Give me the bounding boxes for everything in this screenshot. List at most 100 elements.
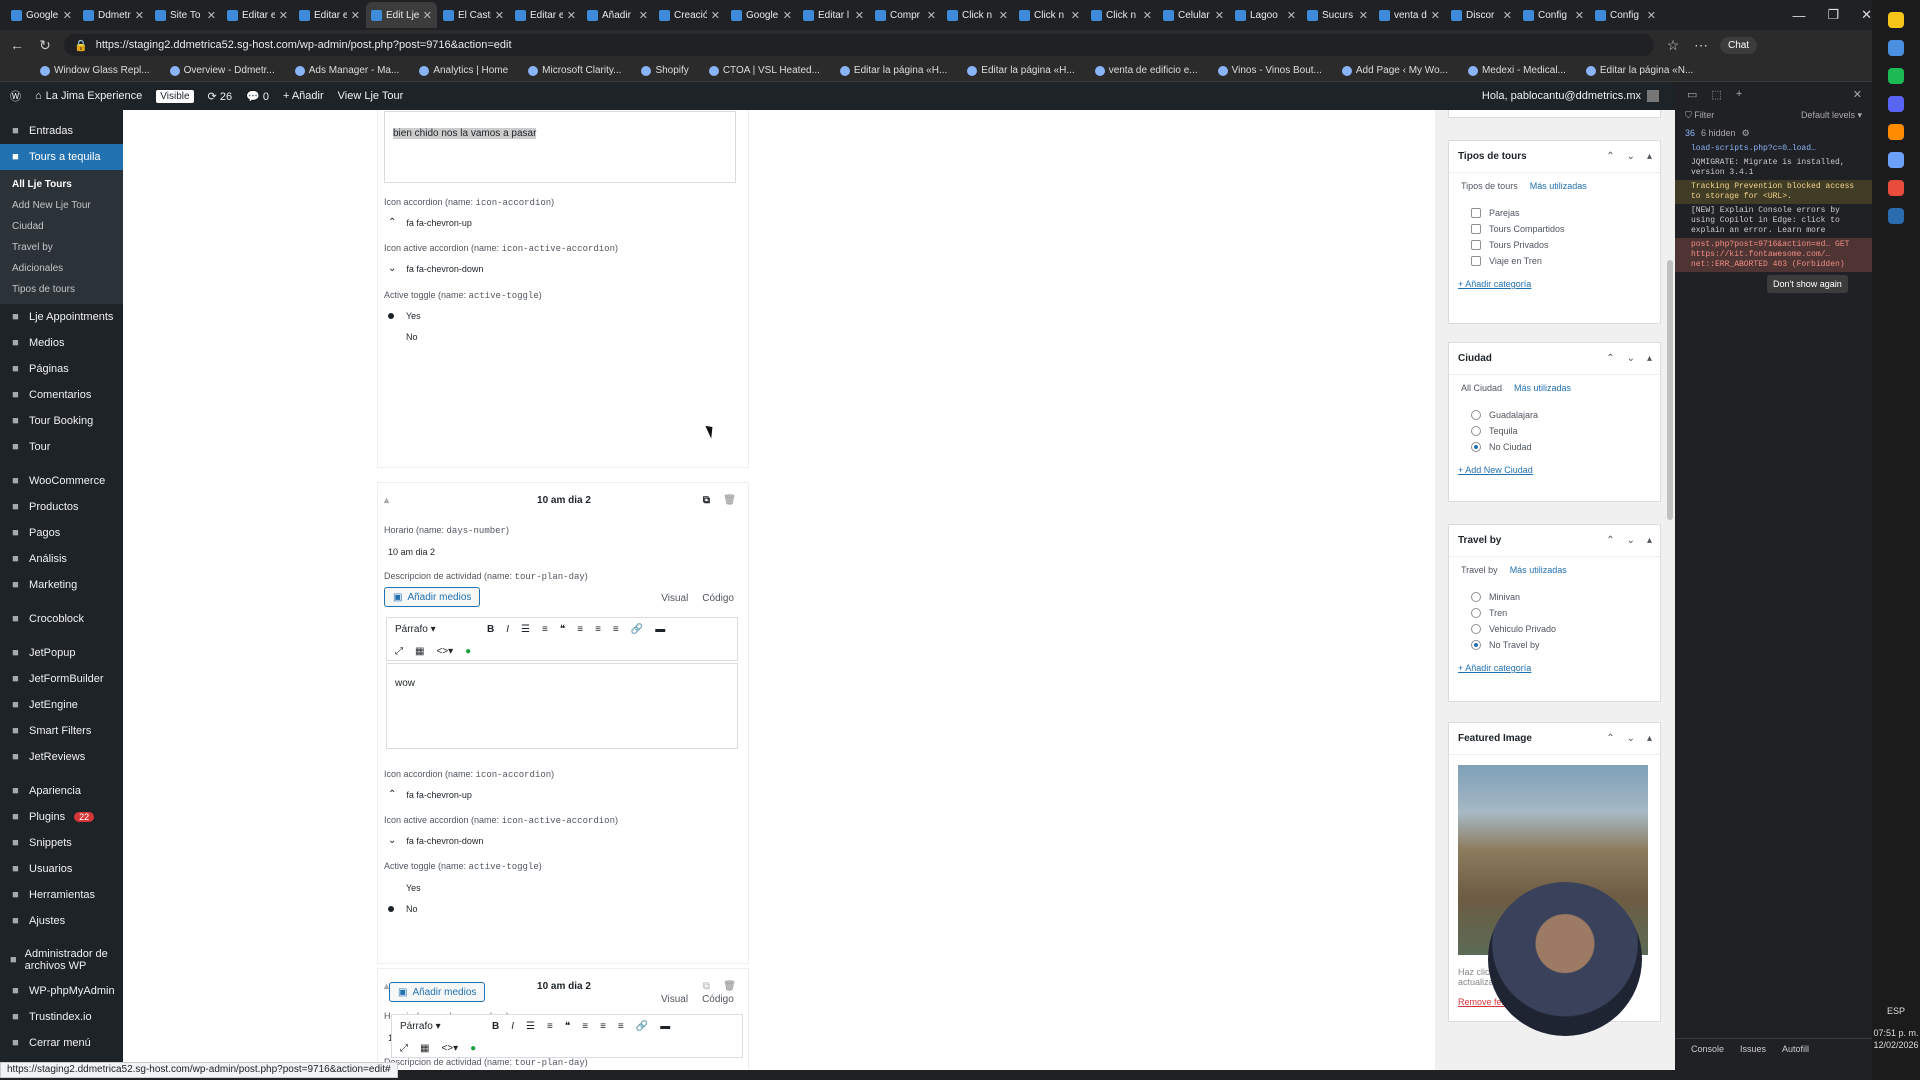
bookmark-item[interactable]: CTOA | VSL Heated... <box>708 65 820 76</box>
browser-tab[interactable]: Sucurs ✕ <box>1302 2 1373 28</box>
italic-icon[interactable]: I <box>506 624 509 635</box>
sidebar-item[interactable]: ■ Trustindex.io <box>0 1004 123 1030</box>
link-icon[interactable]: 🔗 <box>636 1021 648 1032</box>
bold-icon[interactable]: B <box>487 624 494 635</box>
bookmark-item[interactable]: Add Page ‹ My Wo... <box>1341 65 1448 76</box>
repeater-item-header[interactable]: ▴ 10 am dia 2 ⧉ 🗑 <box>378 485 750 515</box>
settings-menu-icon[interactable]: ⋯ <box>1692 37 1710 54</box>
sidebar-item[interactable]: ■ Tour <box>0 434 123 460</box>
align-left-icon[interactable]: ≡ <box>577 624 583 635</box>
sidebar-item[interactable]: ■ WP-phpMyAdmin <box>0 978 123 1004</box>
browser-tab[interactable]: Site To ✕ <box>150 2 221 28</box>
browser-tab[interactable]: Editar e ✕ <box>510 2 581 28</box>
browser-tab[interactable]: Click n ✕ <box>1014 2 1085 28</box>
quote-icon[interactable]: ❝ <box>560 624 565 635</box>
browser-tab[interactable]: Editar e ✕ <box>294 2 365 28</box>
sidebar-item[interactable]: ■ Cerrar menú <box>0 1030 123 1056</box>
move-down-icon[interactable]: ⌄ <box>1627 733 1635 744</box>
numbered-list-icon[interactable]: ≡ <box>542 624 548 635</box>
tab-close-icon[interactable]: ✕ <box>1431 9 1440 22</box>
console-message[interactable]: JQMIGRATE: Migrate is installed, version… <box>1675 156 1872 180</box>
italic-icon[interactable]: I <box>511 1021 514 1032</box>
tab-close-icon[interactable]: ✕ <box>1287 9 1296 22</box>
close-window-icon[interactable]: ✕ <box>1861 7 1872 23</box>
add-ciudad-link[interactable]: + Add New Ciudad <box>1449 455 1660 485</box>
filter-input[interactable]: ⛉ Filter <box>1685 110 1714 121</box>
tab-close-icon[interactable]: ✕ <box>999 9 1008 22</box>
levels-dropdown[interactable]: Default levels ▾ <box>1801 110 1862 121</box>
radio-option[interactable]: No Travel by <box>1449 637 1660 653</box>
bullet-list-icon[interactable]: ☰ <box>526 1021 535 1032</box>
add-tab-icon[interactable]: + <box>1736 88 1742 100</box>
console-message[interactable]: load-scripts.php?c=0…load… <box>1675 142 1872 156</box>
bookmark-item[interactable]: Ads Manager - Ma... <box>294 65 399 76</box>
sidebar-item[interactable]: ■ Apariencia <box>0 778 123 804</box>
delete-icon[interactable]: 🗑 <box>723 981 736 992</box>
move-up-icon[interactable]: ⌃ <box>1606 151 1614 162</box>
tab-most-used[interactable]: Más utilizadas <box>1510 565 1567 575</box>
sidebar-item[interactable]: ■ Administrador de archivos WP <box>0 942 123 978</box>
tab-close-icon[interactable]: ✕ <box>351 9 360 22</box>
checkbox-option[interactable]: Viaje en Tren <box>1449 253 1660 269</box>
submenu-item[interactable]: All Lje Tours <box>0 174 123 195</box>
radio-option[interactable]: Vehiculo Privado <box>1449 621 1660 637</box>
tab-close-icon[interactable]: ✕ <box>783 9 792 22</box>
devtools-close-icon[interactable]: ✕ <box>1853 88 1872 101</box>
sidebar-item[interactable]: ■ WooCommerce <box>0 468 123 494</box>
tab-all[interactable]: Tipos de tours <box>1461 181 1518 191</box>
link-icon[interactable]: 🔗 <box>631 624 643 635</box>
tab-all[interactable]: All Ciudad <box>1461 383 1502 393</box>
add-category-link[interactable]: + Añadir categoría <box>1449 269 1660 299</box>
add-media-button[interactable]: ▣ Añadir medios <box>384 587 481 607</box>
copy-icon[interactable]: ⧉ <box>703 981 710 992</box>
browser-tab[interactable]: Discor ✕ <box>1446 2 1517 28</box>
radio-option[interactable]: Tren <box>1449 605 1660 621</box>
tab-close-icon[interactable]: ✕ <box>567 9 576 22</box>
check-icon[interactable]: ● <box>465 646 471 657</box>
delete-icon[interactable]: 🗑 <box>723 495 736 506</box>
copilot-chat-button[interactable]: Chat <box>1720 36 1758 54</box>
browser-tab[interactable]: Config ✕ <box>1518 2 1589 28</box>
checkbox-option[interactable]: Tours Privados <box>1449 237 1660 253</box>
move-up-icon[interactable]: ⌃ <box>1606 535 1614 546</box>
tab-close-icon[interactable]: ✕ <box>279 9 288 22</box>
favorite-icon[interactable]: ☆ <box>1664 37 1682 54</box>
gear-icon[interactable]: ⚙ <box>1742 128 1750 139</box>
browser-tab[interactable]: Añadir ✕ <box>582 2 653 28</box>
sidebar-item[interactable]: ■ Plugins 22 <box>0 804 123 830</box>
discord-icon[interactable] <box>1888 96 1904 112</box>
bookmark-item[interactable]: Editar la página «N... <box>1585 65 1693 76</box>
console-message[interactable]: post.php?post=9716&action=ed… GET https:… <box>1675 238 1872 272</box>
fr-icon[interactable] <box>1888 208 1904 224</box>
tab-close-icon[interactable]: ✕ <box>927 9 936 22</box>
tab-close-icon[interactable]: ✕ <box>135 9 144 22</box>
submenu-item[interactable]: Add New Lje Tour <box>0 195 123 216</box>
puzzle-icon[interactable] <box>1888 180 1904 196</box>
sidebar-item[interactable]: ■ Páginas <box>0 356 123 382</box>
sidebar-item[interactable]: ■ Productos <box>0 494 123 520</box>
move-down-icon[interactable]: ⌄ <box>1627 353 1635 364</box>
browser-tab[interactable]: venta d ✕ <box>1374 2 1445 28</box>
copy-icon[interactable]: ⧉ <box>703 495 710 506</box>
browser-tab[interactable]: Edit Lje ✕ <box>366 2 437 28</box>
collapse-icon[interactable]: ▴ <box>384 495 389 506</box>
minimize-icon[interactable]: — <box>1792 8 1805 23</box>
language-indicator[interactable]: ESP <box>1872 1005 1920 1017</box>
sidebar-item[interactable]: ■ Comentarios <box>0 382 123 408</box>
paragraph-select[interactable]: Párrafo ▾ <box>400 1021 480 1032</box>
radio-option[interactable]: No Ciudad <box>1449 439 1660 455</box>
add-media-button[interactable]: ▣ Añadir medios <box>389 982 486 1002</box>
check-icon[interactable]: ● <box>470 1043 476 1054</box>
browser-tab[interactable]: Click n ✕ <box>1086 2 1157 28</box>
visual-tab[interactable]: Visual <box>661 593 688 604</box>
kitchen-sink-icon[interactable]: ▦ <box>420 1043 429 1054</box>
checkbox-option[interactable]: Tours Compartidos <box>1449 221 1660 237</box>
quote-icon[interactable]: ❝ <box>565 1021 570 1032</box>
toggle-icon[interactable]: ▴ <box>1647 535 1652 546</box>
inspect-icon[interactable]: ⬚ <box>1711 88 1721 101</box>
tab-close-icon[interactable]: ✕ <box>855 9 864 22</box>
console-message[interactable]: [NEW] Explain Console errors by using Co… <box>1675 204 1872 238</box>
editor-content[interactable]: bien chido nos la vamos a pasar <box>384 111 736 183</box>
browser-tab[interactable]: Editar e ✕ <box>222 2 293 28</box>
sidebar-item[interactable]: ■ Pagos <box>0 520 123 546</box>
